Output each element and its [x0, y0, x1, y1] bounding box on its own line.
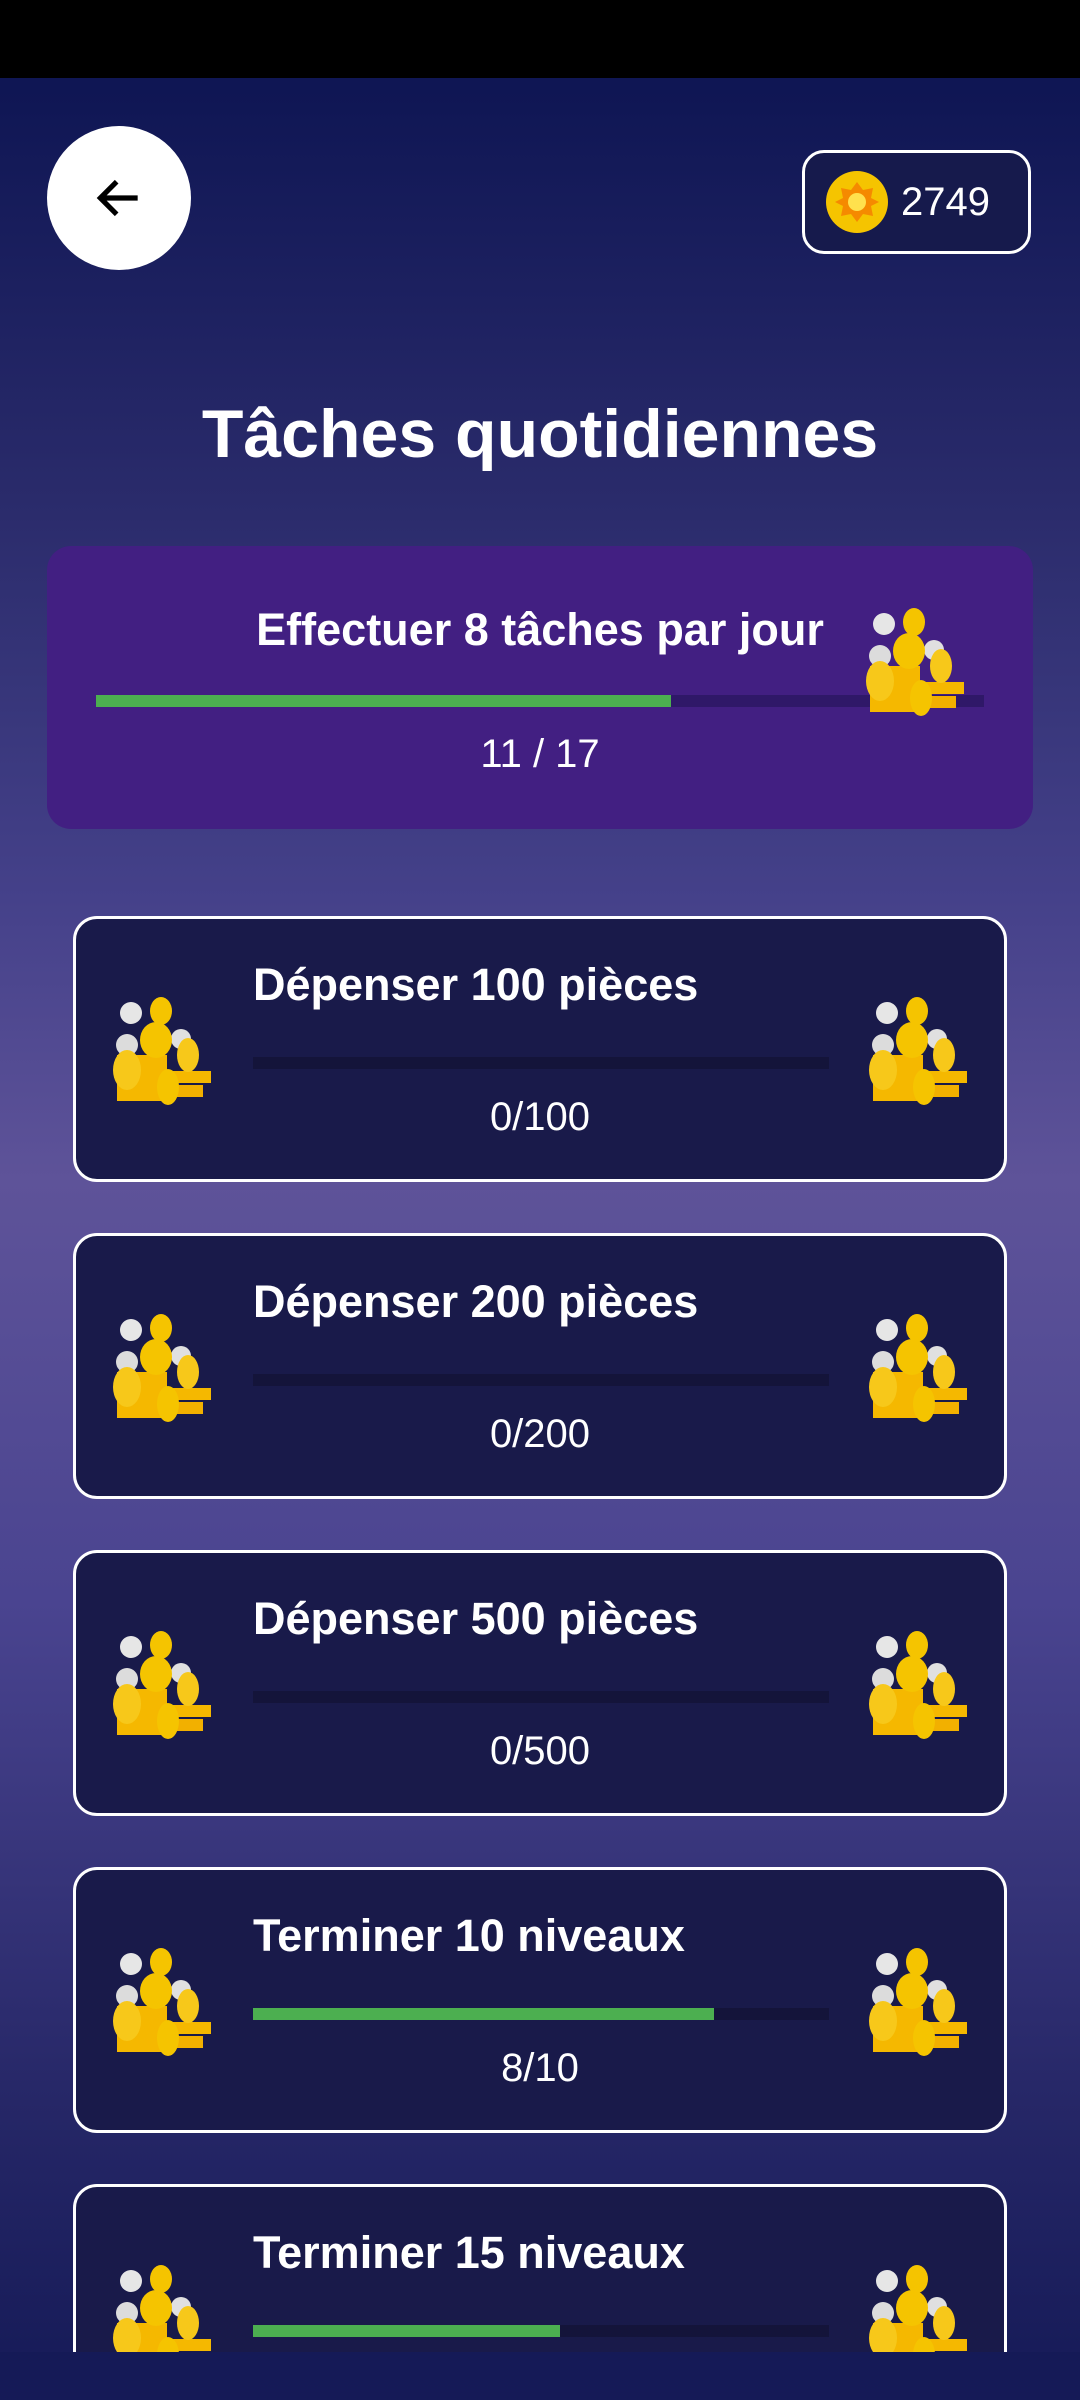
task-title: Dépenser 500 pièces	[253, 1593, 699, 1644]
task-title: Dépenser 200 pièces	[253, 1276, 699, 1327]
coins-icon	[113, 1314, 211, 1422]
progress-fill	[96, 695, 671, 707]
coins-icon	[866, 608, 964, 716]
coins-icon	[113, 2265, 211, 2352]
status-bar	[0, 0, 1080, 78]
coins-icon	[869, 2265, 967, 2352]
daily-goal-progress	[96, 695, 984, 707]
task-title: Terminer 15 niveaux	[253, 2227, 685, 2278]
task-count: 0/200	[489, 1412, 591, 1456]
task-title: Terminer 10 niveaux	[253, 1910, 685, 1961]
arrow-left-icon	[96, 179, 138, 217]
task-card[interactable]: Dépenser 100 pièces 0/100	[73, 916, 1007, 1182]
task-count: 8/10	[501, 2046, 579, 2090]
task-progress	[253, 1374, 829, 1386]
coins-icon	[113, 997, 211, 1105]
task-count: 0/100	[489, 1095, 591, 1139]
task-card[interactable]: Dépenser 500 pièces 0/500	[73, 1550, 1007, 1816]
task-title: Dépenser 100 pièces	[253, 959, 699, 1010]
task-progress	[253, 2325, 829, 2337]
coins-icon	[113, 1948, 211, 2056]
task-card[interactable]: Terminer 10 niveaux 8/10	[73, 1867, 1007, 2133]
coins-icon	[869, 1948, 967, 2056]
daily-goal-count: 11 / 17	[480, 732, 600, 776]
coin-balance: 2749	[802, 150, 1031, 254]
coin-balance-value: 2749	[901, 179, 990, 224]
daily-goal-card: Effectuer 8 tâches par jour 11 / 17	[47, 546, 1033, 829]
task-progress	[253, 2008, 829, 2020]
progress-fill	[253, 2325, 560, 2337]
coin-icon	[826, 171, 888, 233]
coins-icon	[869, 997, 967, 1105]
task-count: 0/500	[489, 1729, 591, 1773]
task-card[interactable]: Dépenser 200 pièces 0/200	[73, 1233, 1007, 1499]
progress-fill	[253, 2008, 714, 2020]
task-card[interactable]: Terminer 15 niveaux 8/15	[73, 2184, 1007, 2352]
page-title: Tâches quotidiennes	[201, 396, 879, 472]
back-button[interactable]	[47, 126, 191, 270]
coins-icon	[869, 1631, 967, 1739]
coins-icon	[869, 1314, 967, 1422]
task-progress	[253, 1691, 829, 1703]
coins-icon	[113, 1631, 211, 1739]
navigation-bar	[0, 2352, 1080, 2400]
task-progress	[253, 1057, 829, 1069]
